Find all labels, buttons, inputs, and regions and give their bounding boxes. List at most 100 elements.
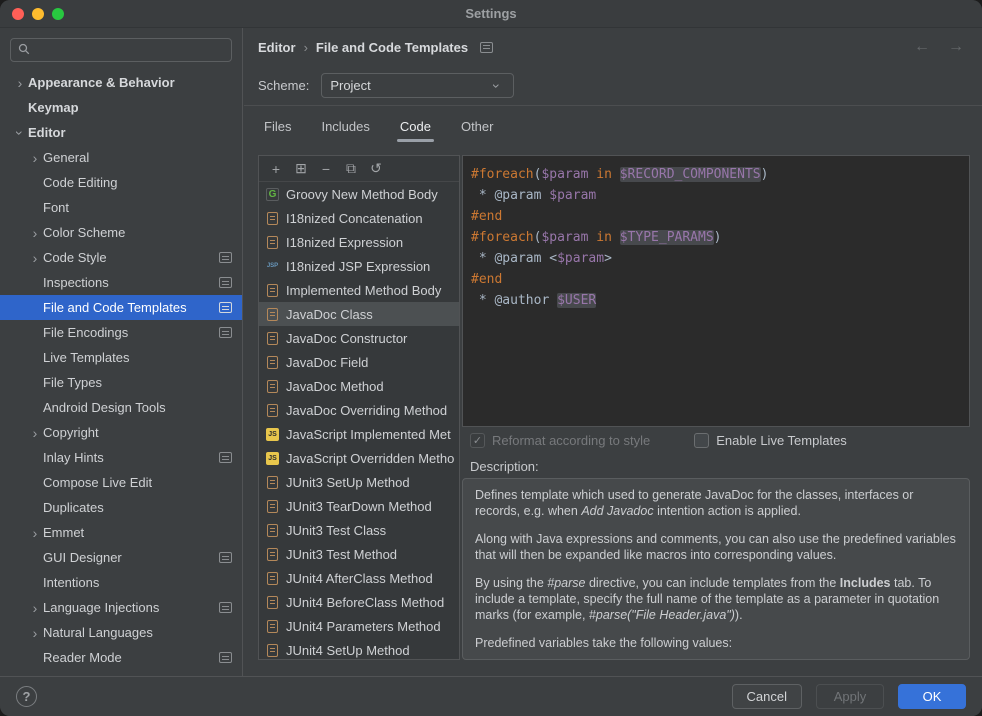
tree-item-emmet[interactable]: ›Emmet [0,520,242,545]
copy-icon[interactable]: ⧉ [343,160,359,177]
template-item-label: I18nized Expression [286,235,403,250]
tree-item-inlay-hints[interactable]: Inlay Hints [0,445,242,470]
chevron-down-icon[interactable]: › [12,125,28,141]
tab-includes[interactable]: Includes [318,111,372,145]
tree-item-label: Editor [28,125,66,140]
tree-item-file-and-code-templates[interactable]: File and Code Templates [0,295,242,320]
tree-item-language-injections[interactable]: ›Language Injections [0,595,242,620]
template-item-javadoc-field[interactable]: JavaDoc Field [259,350,459,374]
template-item-implemented-method-body[interactable]: Implemented Method Body [259,278,459,302]
description-segment: Includes [840,576,891,590]
tree-item-label: Keymap [28,100,79,115]
template-item-label: Implemented Method Body [286,283,441,298]
template-item-label: JUnit4 AfterClass Method [286,571,433,586]
tab-other[interactable]: Other [458,111,497,145]
tree-item-color-scheme[interactable]: ›Color Scheme [0,220,242,245]
groovy-file-icon: G [266,188,279,201]
tree-item-appearance-behavior[interactable]: ›Appearance & Behavior [0,70,242,95]
tree-item-copyright[interactable]: ›Copyright [0,420,242,445]
chevron-right-icon[interactable]: › [27,225,43,241]
scheme-label: Scheme: [258,78,309,93]
template-item-javadoc-overriding-method[interactable]: JavaDoc Overriding Method [259,398,459,422]
content-pane: Editor › File and Code Templates ← → Sch… [244,28,982,676]
forward-arrow-icon[interactable]: → [948,38,964,56]
close-button[interactable] [12,8,24,20]
tree-item-inspections[interactable]: Inspections [0,270,242,295]
enable-live-templates-checkbox-box[interactable] [694,433,709,448]
template-item-junit3-test-class[interactable]: JUnit3 Test Class [259,518,459,542]
screen-badge-icon [219,277,232,288]
template-item-junit4-beforeclass-method[interactable]: JUnit4 BeforeClass Method [259,590,459,614]
template-item-junit3-test-method[interactable]: JUnit3 Test Method [259,542,459,566]
scheme-select[interactable]: Project › [321,73,514,98]
template-item-label: JUnit3 Test Class [286,523,386,538]
template-item-javascript-overridden-metho[interactable]: JSJavaScript Overridden Metho [259,446,459,470]
template-item-i18nized-concatenation[interactable]: I18nized Concatenation [259,206,459,230]
tree-item-code-editing[interactable]: Code Editing [0,170,242,195]
ok-button[interactable]: OK [898,684,966,709]
chevron-right-icon[interactable]: › [27,525,43,541]
template-file-icon [267,500,278,513]
tree-item-duplicates[interactable]: Duplicates [0,495,242,520]
enable-live-templates-checkbox[interactable]: Enable Live Templates [694,433,847,448]
tree-item-reader-mode[interactable]: Reader Mode [0,645,242,670]
chevron-right-icon[interactable]: › [27,250,43,266]
tree-item-font[interactable]: Font [0,195,242,220]
chevron-right-icon[interactable]: › [27,150,43,166]
js-file-icon: JS [266,428,279,441]
footer: ? CancelApplyOK [0,676,982,716]
template-item-label: JavaDoc Method [286,379,384,394]
search-input[interactable] [10,38,232,62]
breadcrumb-editor[interactable]: Editor [258,40,296,55]
tree-item-file-types[interactable]: File Types [0,370,242,395]
tree-item-editor[interactable]: ›Editor [0,120,242,145]
template-item-groovy-new-method-body[interactable]: GGroovy New Method Body [259,182,459,206]
scheme-select-value: Project [330,78,489,93]
add-icon[interactable]: + [268,161,284,177]
tree-item-keymap[interactable]: Keymap [0,95,242,120]
code-line: * @author $USER [471,290,961,311]
tree-item-natural-languages[interactable]: ›Natural Languages [0,620,242,645]
template-item-javadoc-class[interactable]: JavaDoc Class [259,302,459,326]
create-from-file-icon[interactable]: ⊞ [293,160,309,177]
template-item-junit3-setup-method[interactable]: JUnit3 SetUp Method [259,470,459,494]
help-button[interactable]: ? [16,686,37,707]
tree-item-code-style[interactable]: ›Code Style [0,245,242,270]
tree-item-android-design-tools[interactable]: Android Design Tools [0,395,242,420]
tree-item-compose-live-edit[interactable]: Compose Live Edit [0,470,242,495]
tree-item-general[interactable]: ›General [0,145,242,170]
tree-item-gui-designer[interactable]: GUI Designer [0,545,242,570]
template-item-javadoc-method[interactable]: JavaDoc Method [259,374,459,398]
remove-icon[interactable]: − [318,161,334,177]
template-item-junit3-teardown-method[interactable]: JUnit3 TearDown Method [259,494,459,518]
chevron-right-icon[interactable]: › [27,425,43,441]
template-item-i18nized-expression[interactable]: I18nized Expression [259,230,459,254]
screen-badge-icon [219,327,232,338]
tab-code[interactable]: Code [397,111,434,145]
template-item-i18nized-jsp-expression[interactable]: JSPI18nized JSP Expression [259,254,459,278]
template-item-junit4-setup-method[interactable]: JUnit4 SetUp Method [259,638,459,659]
minimize-button[interactable] [32,8,44,20]
breadcrumb-file-and-code-templates: File and Code Templates [316,40,468,55]
template-item-junit4-afterclass-method[interactable]: JUnit4 AfterClass Method [259,566,459,590]
chevron-right-icon[interactable]: › [12,75,28,91]
template-item-javascript-implemented-met[interactable]: JSJavaScript Implemented Met [259,422,459,446]
description-paragraph: Along with Java expressions and comments… [475,531,957,563]
tree-item-label: Emmet [43,525,84,540]
zoom-button[interactable] [52,8,64,20]
reset-to-default-icon[interactable]: ↺ [368,160,384,177]
cancel-button[interactable]: Cancel [732,684,802,709]
chevron-right-icon[interactable]: › [27,625,43,641]
tree-item-label: Reader Mode [43,650,122,665]
tree-item-live-templates[interactable]: Live Templates [0,345,242,370]
tab-files[interactable]: Files [261,111,294,145]
tree-item-intentions[interactable]: Intentions [0,570,242,595]
tree-item-file-encodings[interactable]: File Encodings [0,320,242,345]
template-item-junit4-parameters-method[interactable]: JUnit4 Parameters Method [259,614,459,638]
back-arrow-icon[interactable]: ← [914,38,930,56]
template-item-javadoc-constructor[interactable]: JavaDoc Constructor [259,326,459,350]
chevron-right-icon[interactable]: › [27,600,43,616]
template-editor[interactable]: #foreach($param in $RECORD_COMPONENTS) *… [462,155,970,427]
template-item-label: JUnit3 Test Method [286,547,397,562]
code-token: $param [541,167,588,182]
